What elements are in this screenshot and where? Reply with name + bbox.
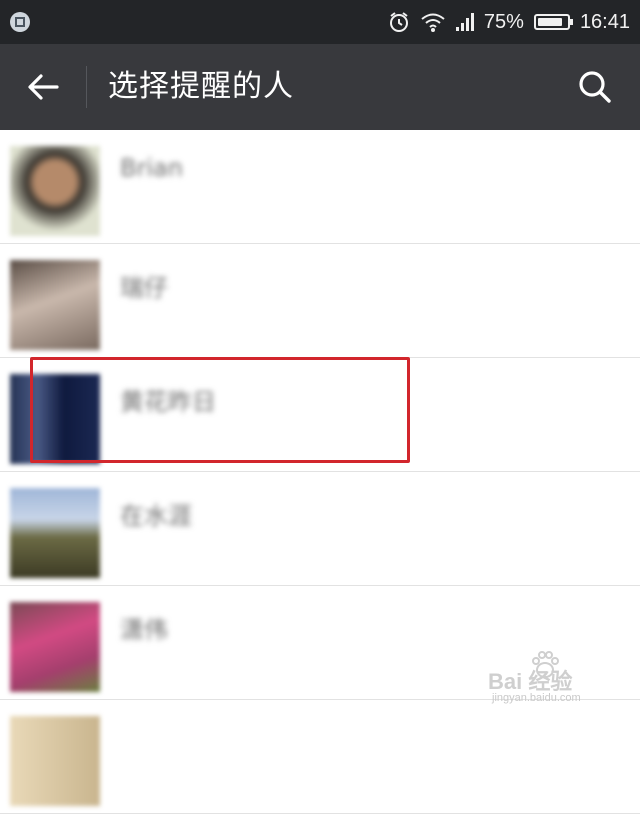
contact-name: 在水涯	[120, 502, 192, 530]
avatar	[10, 488, 100, 578]
battery-percent: 75%	[483, 10, 524, 33]
contact-item[interactable]: 瑞仔	[0, 244, 640, 358]
battery-icon	[533, 14, 573, 30]
search-button[interactable]	[572, 64, 618, 110]
search-icon	[579, 71, 611, 103]
wifi-icon	[421, 13, 445, 32]
avatar	[10, 716, 100, 806]
contact-item[interactable]	[0, 700, 640, 814]
title-divider	[86, 66, 87, 108]
highlight-annotation-box	[30, 357, 410, 463]
signal-icon	[455, 13, 474, 31]
avatar	[10, 260, 100, 350]
contact-name: 潇伟	[120, 616, 168, 644]
contact-list: Brian 瑞仔 黄花昨日 在水涯 潇伟	[0, 130, 640, 814]
page-title: 选择提醒的人	[108, 69, 294, 104]
contact-item[interactable]: Brian	[0, 130, 640, 244]
avatar	[10, 602, 100, 692]
clock: 16:41	[579, 10, 630, 33]
arrow-left-icon	[28, 74, 59, 100]
back-button[interactable]	[20, 64, 66, 110]
watermark-url: jingyan.baidu.com	[492, 692, 581, 704]
title-bar: 选择提醒的人	[0, 44, 640, 130]
status-bar-right: 75% 16:41	[388, 0, 630, 44]
watermark: Bai 经验 jingyan.baidu.com	[488, 650, 638, 710]
notification-app-icon	[10, 12, 30, 32]
contact-item[interactable]: 在水涯	[0, 472, 640, 586]
contact-name: 瑞仔	[120, 274, 168, 302]
contact-name: Brian	[120, 154, 183, 182]
avatar	[10, 146, 100, 236]
status-bar: 75% 16:41	[0, 0, 640, 44]
alarm-icon	[389, 12, 408, 32]
